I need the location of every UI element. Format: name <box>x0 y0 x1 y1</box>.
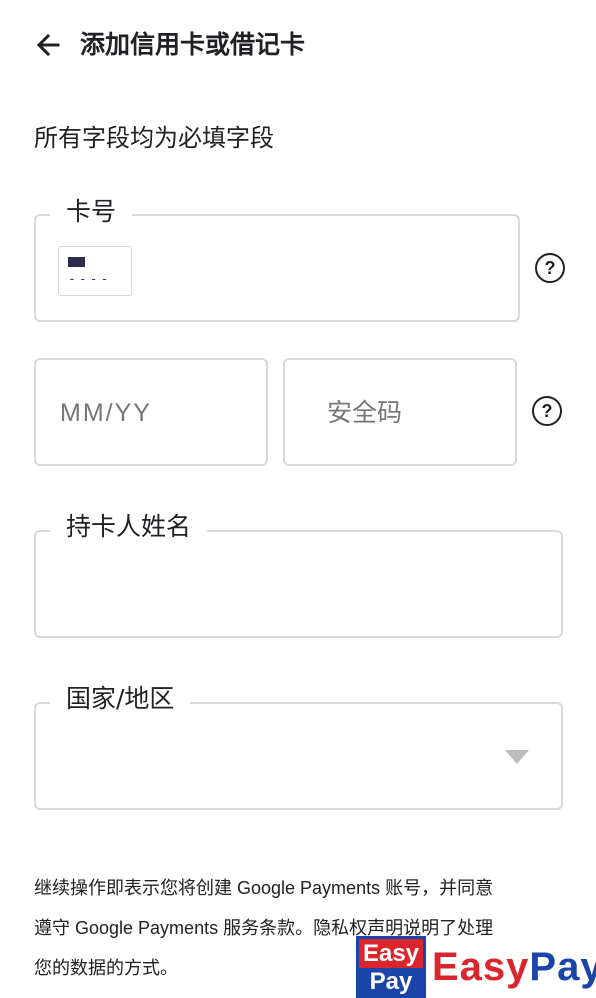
back-arrow-icon[interactable] <box>30 26 68 64</box>
logo-top-text: Easy <box>359 939 423 968</box>
wordmark-easy: Easy <box>432 945 530 989</box>
credit-card-icon: ---- <box>58 246 132 296</box>
country-label: 国家/地区 <box>50 684 191 714</box>
country-select[interactable] <box>34 702 563 810</box>
cardholder-name-field[interactable] <box>34 530 563 638</box>
easypay-logo: Easy Pay <box>356 936 426 998</box>
wordmark-pay: Pay <box>529 945 596 989</box>
terms-line-1: 继续操作即表示您将创建 Google Payments 账号，并同意 <box>34 878 494 898</box>
easypay-watermark: Easy Pay EasyPay <box>356 936 596 998</box>
card-number-label: 卡号 <box>50 197 133 227</box>
card-number-help-icon[interactable]: ? <box>535 253 565 283</box>
security-code-field[interactable] <box>283 358 517 466</box>
dropdown-arrow-icon[interactable] <box>505 750 529 764</box>
logo-bottom-text: Pay <box>359 968 423 995</box>
card-number-field[interactable]: ---- <box>34 214 520 322</box>
app-header: 添加信用卡或借记卡 <box>0 0 596 90</box>
security-code-input[interactable] <box>325 394 499 432</box>
card-dashes: ---- <box>68 272 112 287</box>
expiry-field[interactable] <box>34 358 268 466</box>
easypay-wordmark: EasyPay <box>432 942 596 992</box>
page-title: 添加信用卡或借记卡 <box>80 30 306 59</box>
card-chip <box>68 257 85 267</box>
security-code-help-icon[interactable]: ? <box>532 396 562 426</box>
cardholder-name-label: 持卡人姓名 <box>50 512 208 542</box>
required-fields-note: 所有字段均为必填字段 <box>34 124 274 152</box>
expiry-input[interactable] <box>58 394 252 432</box>
cardholder-name-input[interactable] <box>58 572 542 610</box>
